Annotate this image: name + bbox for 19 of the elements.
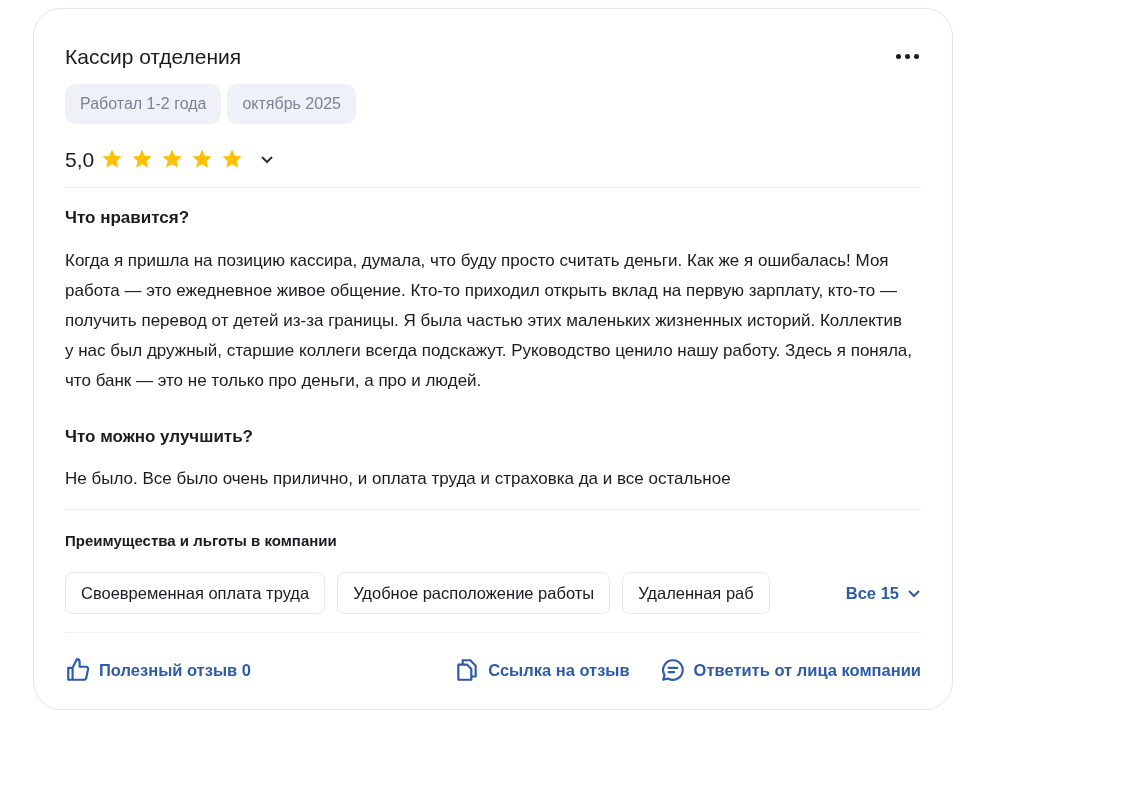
chat-icon [659,657,686,684]
benefit-chip: Своевременная оплата труда [65,571,326,615]
reply-button[interactable]: Ответить от лица компании [659,657,921,684]
review-text: Не было. Все было очень прилично, и оплата труда и страховка да и все остальное [65,468,732,490]
benefit-chip: Удобное расположение работы [337,571,611,615]
tag: Работал 1-2 года [65,83,222,124]
helpful-button[interactable]: Полезный отзыв 0 [65,657,251,684]
section-heading: Что нравится? [65,207,191,229]
thumbs-up-icon [65,657,91,684]
benefit-chip: Удаленная раб [622,571,770,615]
show-all-button[interactable]: Все 15 [845,580,921,606]
review-text: Когда я пришла на позицию кассира, думала, что буду просто считать деньги. Как же я ошибалась! Моя работа — это ежедневное живое общение. Кто-то приходил открыть вклад на первую зарплату, кто-то — получить перевод от детей из-за границы. Я была частью этих маленьких жизненных историй. Коллектив у нас был дружный, старшие коллеги всегда подскажут. Руководство ценило нашу работу. Здесь я поняла, что банк — это не только про деньги, а про и людей. [65,249,914,392]
more-button[interactable] [896,54,921,60]
section-heading: Что можно улучшить? [65,425,254,448]
rating-value: 5,0 [65,146,95,173]
review-title: Кассир отделения [65,44,242,70]
copy-link-button[interactable]: Ссылка на отзыв [454,657,630,684]
tag: октябрь 2025 [227,83,356,124]
benefits-heading: Преимущества и льготы в компании [65,531,338,551]
